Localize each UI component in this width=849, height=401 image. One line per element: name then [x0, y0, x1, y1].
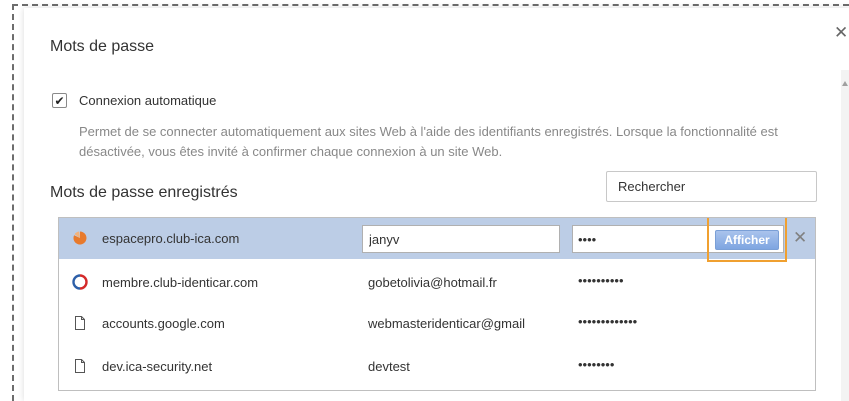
password-row[interactable]: membre.club-identicar.com gobetolivia@ho…: [59, 262, 815, 303]
page-icon: [75, 359, 85, 373]
scroll-up-icon[interactable]: [842, 81, 848, 86]
password-row[interactable]: accounts.google.com webmasteridenticar@g…: [59, 303, 815, 344]
username: devtest: [368, 359, 410, 374]
autosignin-option[interactable]: ✔ Connexion automatique: [52, 93, 216, 108]
dashed-frame-left: [12, 4, 14, 401]
close-icon[interactable]: ✕: [834, 24, 848, 41]
password: ••••••••••: [578, 273, 624, 288]
checkmark-icon: ✔: [54, 93, 65, 108]
site-name: accounts.google.com: [102, 316, 225, 331]
search-input[interactable]: [606, 171, 817, 202]
site-name: membre.club-identicar.com: [102, 275, 259, 290]
page-icon: [75, 316, 85, 330]
username-field[interactable]: [362, 225, 560, 253]
username: webmasteridenticar@gmail: [368, 316, 525, 331]
autosignin-label: Connexion automatique: [79, 93, 217, 108]
delete-icon[interactable]: ✕: [793, 229, 807, 246]
scrollbar[interactable]: [841, 70, 849, 401]
dashed-frame-top: [12, 4, 849, 6]
password-row[interactable]: dev.ica-security.net devtest ••••••••: [59, 346, 815, 387]
orange-site-icon: [73, 231, 87, 245]
password-row[interactable]: espacepro.club-ica.com Afficher ✕: [59, 218, 815, 262]
autosignin-checkbox[interactable]: ✔: [52, 93, 67, 108]
username: gobetolivia@hotmail.fr: [368, 275, 497, 290]
saved-passwords-list: espacepro.club-ica.com Afficher ✕ membre…: [58, 217, 816, 391]
club-identicar-icon: [72, 274, 88, 290]
password: •••••••••••••: [578, 314, 638, 329]
show-password-button[interactable]: Afficher: [715, 230, 779, 250]
saved-passwords-title: Mots de passe enregistrés: [50, 184, 238, 201]
dialog-title: Mots de passe: [50, 38, 155, 55]
password: ••••••••: [578, 357, 615, 372]
site-name: dev.ica-security.net: [102, 359, 213, 374]
autosignin-description: Permet de se connecter automatiquement a…: [79, 124, 778, 159]
site-name: espacepro.club-ica.com: [102, 231, 240, 246]
